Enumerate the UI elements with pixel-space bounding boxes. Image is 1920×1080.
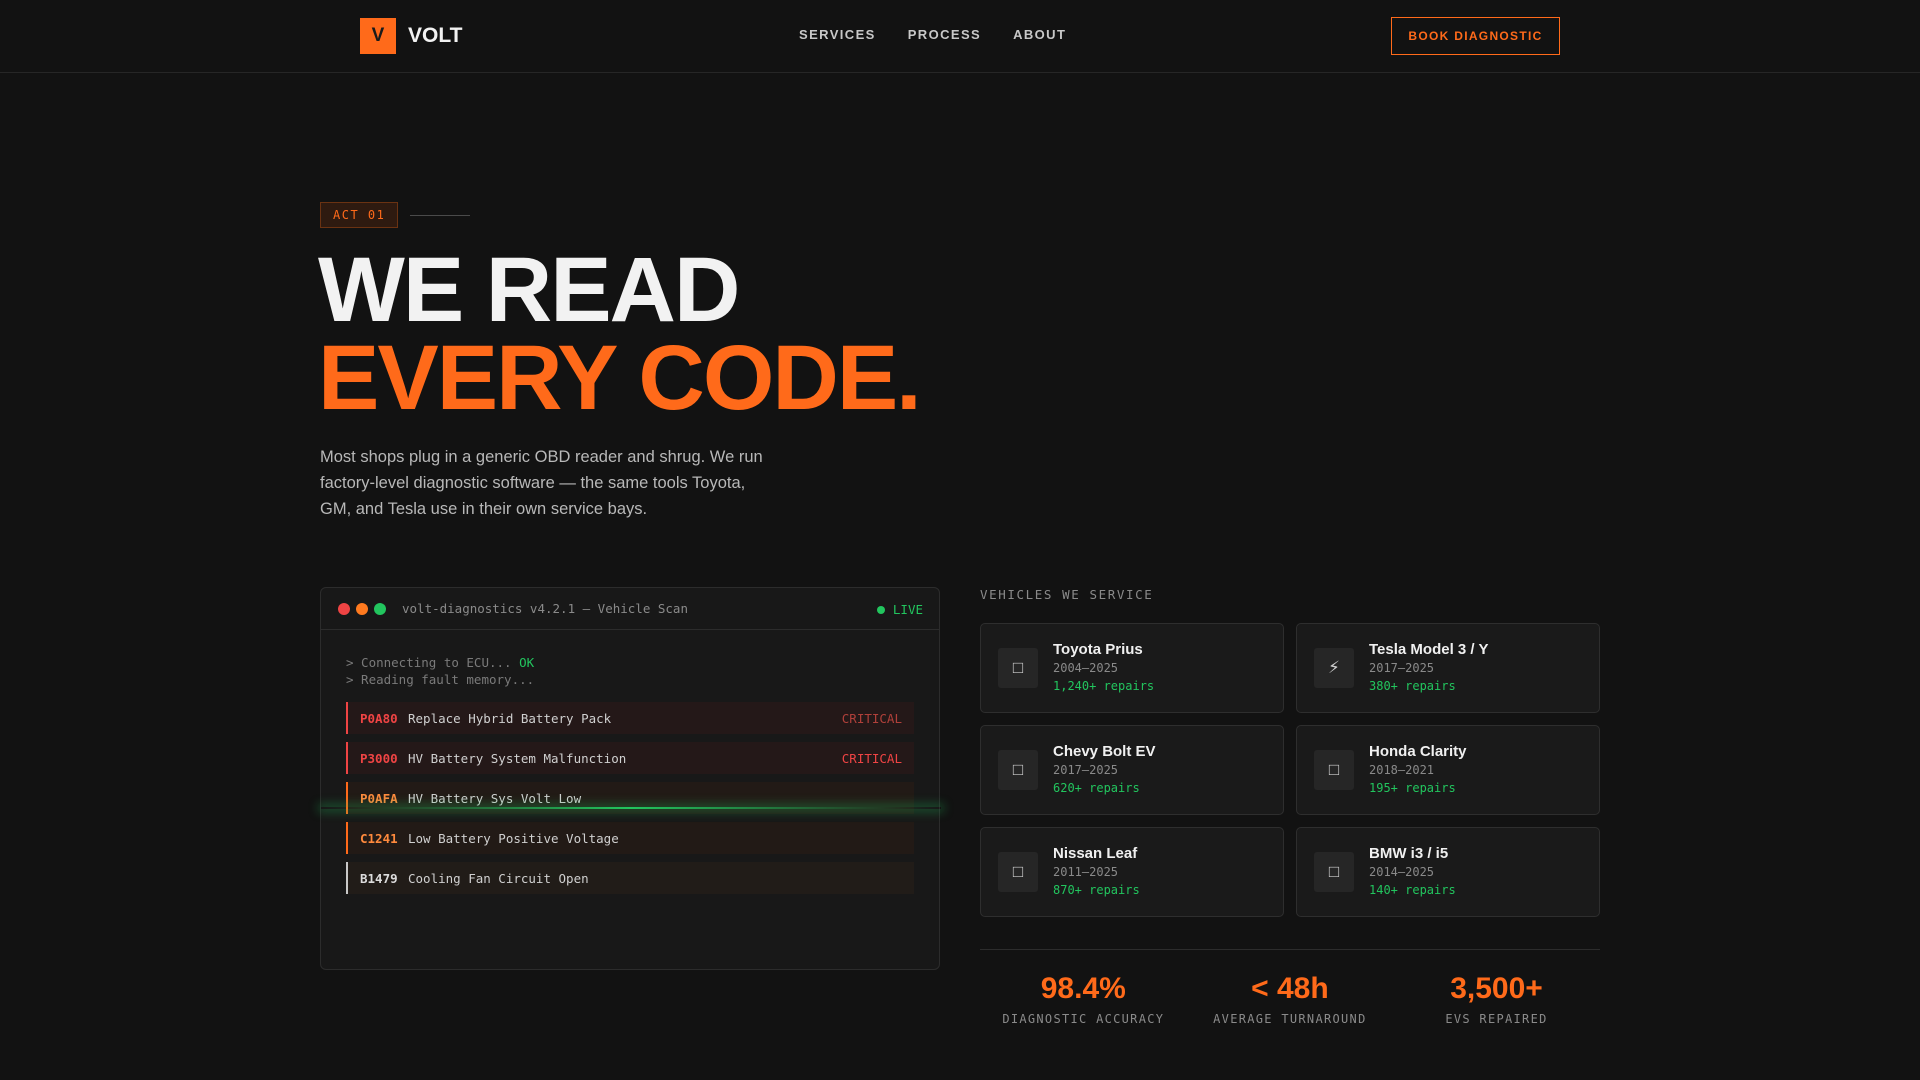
fault-code-row[interactable]: P0A80 Replace Hybrid Battery Pack CRITIC… [346, 702, 914, 734]
fault-description: Replace Hybrid Battery Pack [408, 710, 612, 726]
car-icon: □ [1314, 750, 1354, 790]
vehicle-card[interactable]: ⚡ Tesla Model 3 / Y 2017–2025 380+ repai… [1296, 623, 1600, 713]
car-icon: □ [1314, 852, 1354, 892]
stats-row: 98.4% DIAGNOSTIC ACCURACY < 48h AVERAGE … [980, 972, 1600, 1026]
vehicle-name: Toyota Prius [1053, 641, 1143, 658]
stat-item: 3,500+ EVS REPAIRED [1393, 972, 1600, 1026]
act-divider [410, 214, 471, 216]
fault-code: P0AFA [360, 790, 398, 806]
fault-code: C1241 [360, 830, 398, 846]
fault-description: Low Battery Positive Voltage [408, 830, 619, 846]
vehicle-years: 2004–2025 [1053, 661, 1119, 675]
logo[interactable]: V VOLT [360, 18, 462, 54]
stat-value: 3,500+ [1450, 972, 1543, 1005]
fault-code: P3000 [360, 750, 398, 766]
vehicle-card[interactable]: □ Nissan Leaf 2011–2025 870+ repairs [980, 827, 1284, 917]
fault-code-list: P0A80 Replace Hybrid Battery Pack CRITIC… [346, 702, 914, 894]
stat-label: EVS REPAIRED [1445, 1012, 1548, 1026]
stat-label: DIAGNOSTIC ACCURACY [1002, 1012, 1165, 1026]
vehicle-repairs: 870+ repairs [1053, 883, 1140, 897]
vehicle-grid: □ Toyota Prius 2004–2025 1,240+ repairs … [980, 623, 1600, 917]
log-line: > Reading fault memory... [346, 672, 535, 687]
fault-description: Cooling Fan Circuit Open [408, 870, 589, 886]
vehicle-years: 2017–2025 [1053, 763, 1119, 777]
vehicle-years: 2017–2025 [1369, 661, 1435, 675]
nav-links: SERVICES PROCESS ABOUT [799, 27, 1066, 42]
diagnostic-terminal: volt-diagnostics v4.2.1 — Vehicle Scan L… [320, 587, 941, 970]
live-label: LIVE [892, 602, 923, 617]
vehicle-years: 2011–2025 [1053, 865, 1119, 879]
vehicle-repairs: 620+ repairs [1053, 781, 1140, 795]
top-nav: V VOLT SERVICES PROCESS ABOUT BOOK DIAGN… [0, 0, 1920, 73]
vehicle-name: Tesla Model 3 / Y [1369, 641, 1489, 658]
fault-code-row[interactable]: C1241 Low Battery Positive Voltage [346, 822, 914, 854]
vehicle-card[interactable]: □ Chevy Bolt EV 2017–2025 620+ repairs [980, 725, 1284, 815]
lightning-icon: ⚡ [1314, 648, 1354, 688]
terminal-body: > Connecting to ECU... OK > Reading faul… [321, 630, 939, 894]
fault-description: HV Battery System Malfunction [408, 750, 627, 766]
log-ok-status: OK [519, 655, 535, 670]
vehicle-card[interactable]: □ Honda Clarity 2018–2021 195+ repairs [1296, 725, 1600, 815]
vehicle-name: Honda Clarity [1369, 743, 1467, 760]
terminal-header: volt-diagnostics v4.2.1 — Vehicle Scan L… [321, 588, 939, 630]
stats-divider [980, 949, 1600, 950]
vehicles-heading: VEHICLES WE SERVICE [980, 587, 1154, 602]
terminal-title: volt-diagnostics v4.2.1 — Vehicle Scan [402, 601, 688, 616]
vehicle-card[interactable]: □ BMW i3 / i5 2014–2025 140+ repairs [1296, 827, 1600, 917]
live-indicator: LIVE [876, 602, 923, 617]
window-minimize-dot [356, 602, 368, 615]
fault-code-row[interactable]: B1479 Cooling Fan Circuit Open [346, 862, 914, 894]
fault-code-row[interactable]: P3000 HV Battery System Malfunction CRIT… [346, 742, 914, 774]
window-close-dot [338, 602, 350, 615]
book-diagnostic-button[interactable]: BOOK DIAGNOSTIC [1391, 17, 1560, 55]
severity-label: CRITICAL [841, 710, 902, 726]
hero-title: WE READ EVERY CODE. [318, 239, 922, 429]
nav-link-process[interactable]: PROCESS [908, 27, 981, 42]
act-marker: ACT 01 [320, 202, 471, 228]
stat-item: < 48h AVERAGE TURNAROUND [1187, 972, 1394, 1026]
vehicle-years: 2018–2021 [1369, 763, 1435, 777]
fault-code: B1479 [360, 870, 398, 886]
log-line: > Connecting to ECU... OK [346, 654, 914, 671]
live-dot-icon [876, 605, 885, 614]
nav-link-about[interactable]: ABOUT [1013, 27, 1066, 42]
fault-description: HV Battery Sys Volt Low [408, 790, 582, 806]
vehicle-name: Nissan Leaf [1053, 845, 1138, 862]
window-maximize-dot [374, 602, 386, 615]
vehicle-repairs: 1,240+ repairs [1053, 679, 1155, 693]
scan-line [321, 807, 941, 809]
logo-text: VOLT [408, 24, 463, 47]
stat-item: 98.4% DIAGNOSTIC ACCURACY [980, 972, 1187, 1026]
severity-label: CRITICAL [841, 750, 902, 766]
car-icon: □ [998, 750, 1038, 790]
stat-value: 98.4% [1040, 972, 1126, 1005]
car-icon: □ [998, 852, 1038, 892]
log-connect-text: > Connecting to ECU... [346, 655, 520, 670]
logo-mark: V [360, 18, 396, 54]
hero-title-line-2: EVERY CODE. [318, 327, 922, 429]
stat-label: AVERAGE TURNAROUND [1213, 1012, 1367, 1026]
vehicle-card[interactable]: □ Toyota Prius 2004–2025 1,240+ repairs [980, 623, 1284, 713]
vehicle-name: BMW i3 / i5 [1369, 845, 1449, 862]
fault-code-row[interactable]: P0AFA HV Battery Sys Volt Low [346, 782, 914, 814]
act-badge: ACT 01 [320, 202, 399, 228]
nav-link-services[interactable]: SERVICES [799, 27, 876, 42]
vehicle-repairs: 140+ repairs [1369, 883, 1456, 897]
car-icon: □ [998, 648, 1038, 688]
vehicle-repairs: 195+ repairs [1369, 781, 1456, 795]
fault-code: P0A80 [360, 710, 398, 726]
vehicle-name: Chevy Bolt EV [1053, 743, 1156, 760]
hero-subtitle: Most shops plug in a generic OBD reader … [320, 448, 763, 518]
vehicle-repairs: 380+ repairs [1369, 679, 1456, 693]
stat-value: < 48h [1251, 972, 1329, 1005]
hero-title-line-1: WE READ [318, 239, 740, 341]
vehicle-years: 2014–2025 [1369, 865, 1435, 879]
